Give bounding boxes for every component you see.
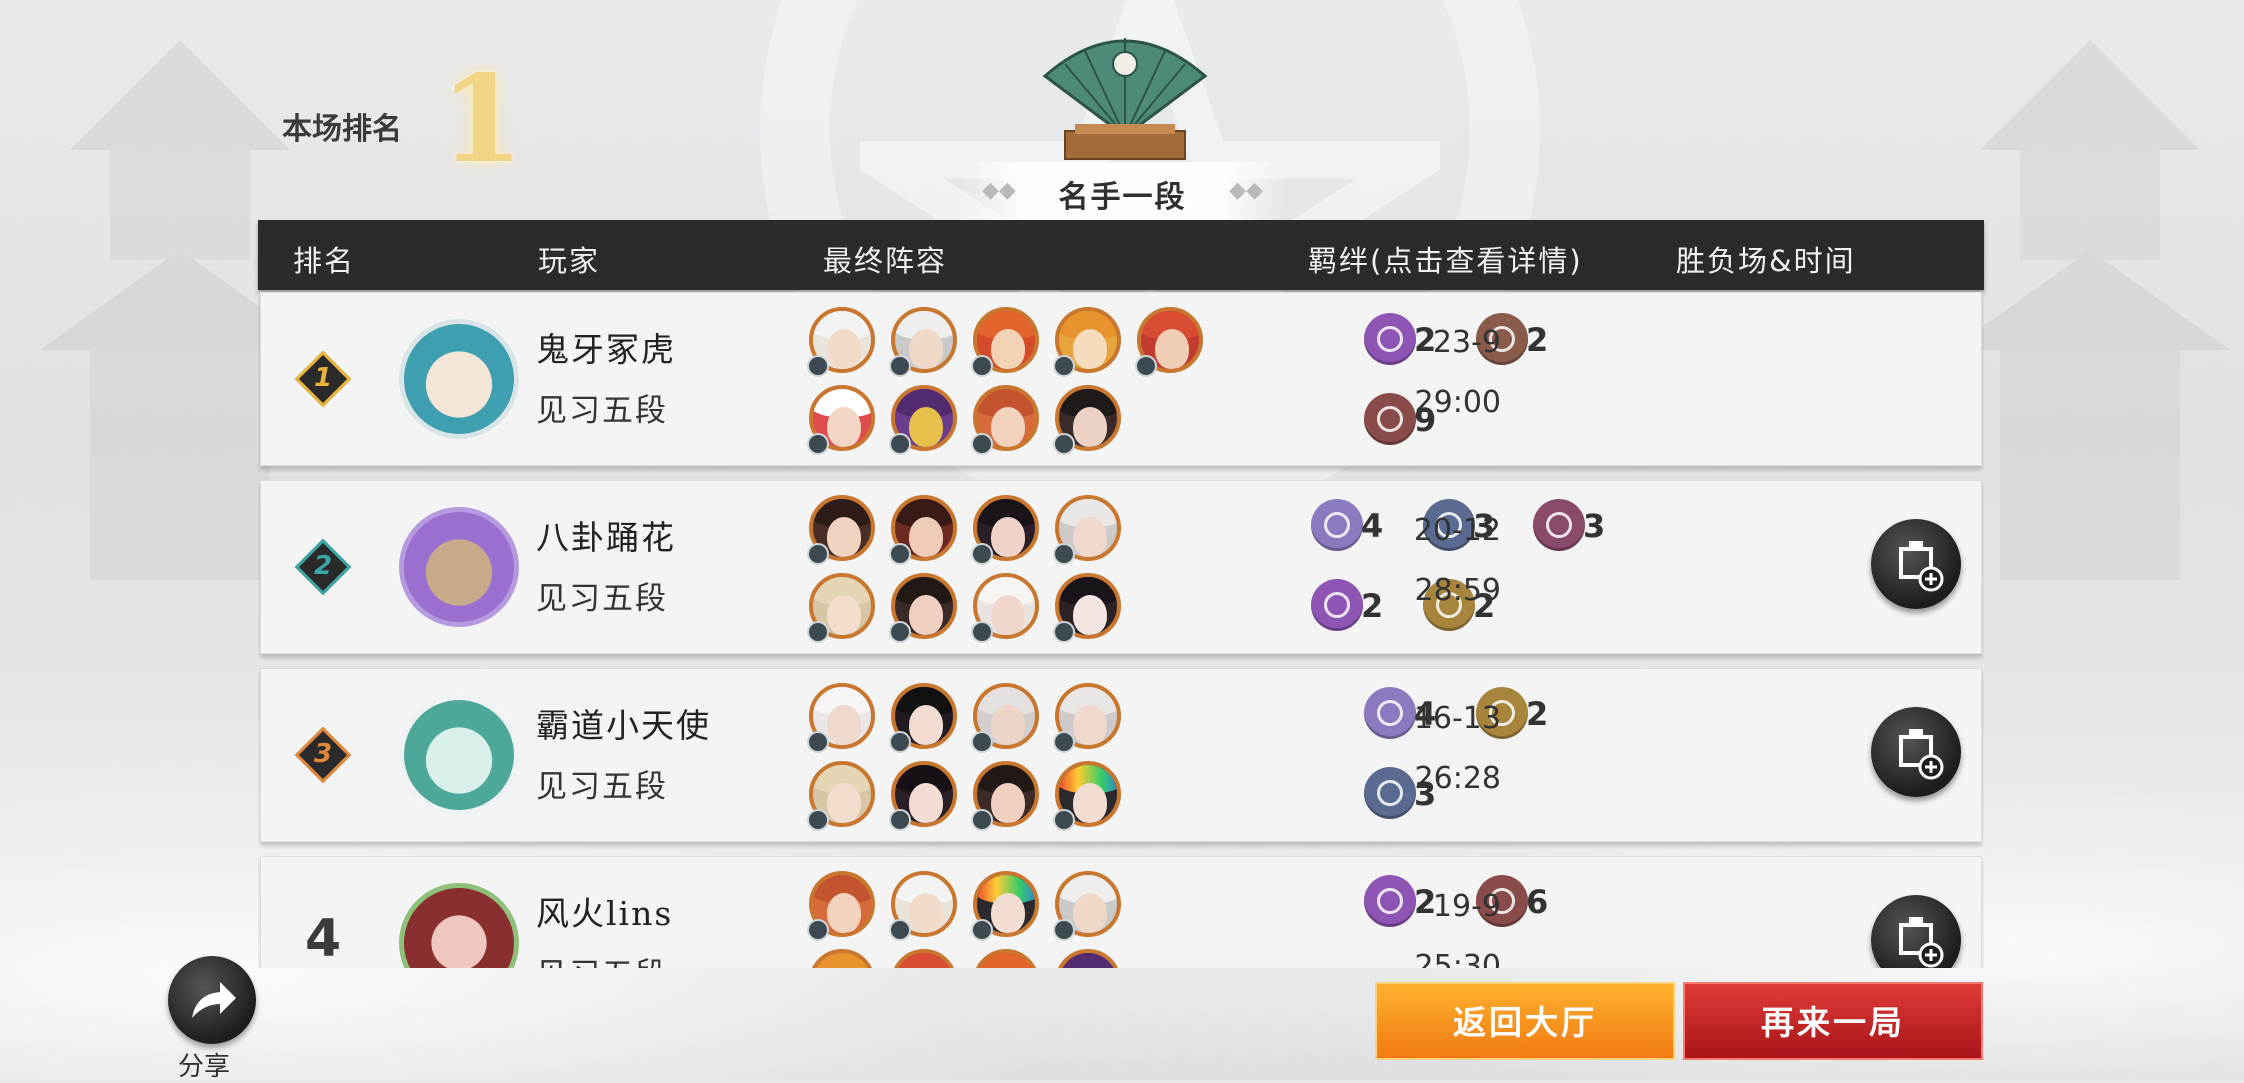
hero-rarity-icon [1053,809,1075,831]
add-friend-icon [1899,729,1944,780]
hero-rarity-icon [971,621,993,643]
header-bonds: 羁绊(点击查看详情) [1308,244,1583,278]
avatar[interactable] [399,319,519,439]
share-arrow-icon [192,982,236,1018]
match-time: 26:28 [1414,761,1501,796]
player-name: 霸道小天使 [536,706,711,745]
vortex-bond-icon [1533,499,1585,551]
hero-rarity-icon [1053,355,1075,377]
match-rank-label: 本场排名 [282,112,402,147]
match-time: 29:00 [1414,385,1501,420]
player-tier: 见习五段 [536,769,668,805]
hero-rarity-icon [889,621,911,643]
player-row: 2 八卦踊花 见习五段 4 3 3 2 2 20-12 28:59 [260,480,1982,654]
player-name: 风火lins [536,894,674,933]
hero-rarity-icon [889,731,911,753]
player-tier: 见习五段 [536,393,668,429]
add-friend-icon [1899,541,1944,592]
back-to-lobby-button[interactable]: 返回大厅 [1375,982,1675,1060]
win-loss-record: 16-13 [1413,701,1501,736]
add-friend-button[interactable] [1871,707,1961,797]
hero-rarity-icon [1053,731,1075,753]
header-record: 胜负场&时间 [1676,244,1856,278]
hero-rarity-icon [807,433,829,455]
player-tier: 见习五段 [536,949,668,968]
tier-fan-icon [1042,38,1208,160]
hero-rarity-icon [1135,355,1157,377]
avatar[interactable] [399,883,519,968]
hero-rarity-icon [889,543,911,565]
player-row: 1 鬼牙冢虎 见习五段 2 2 9 23-9 29:00 [260,292,1982,466]
rank-number: 4 [305,909,342,968]
hero-rarity-icon [971,543,993,565]
hero-rarity-icon [807,809,829,831]
header-lineup: 最终阵容 [823,244,948,278]
match-time: 25:30 [1414,949,1501,968]
hero-rarity-icon [971,731,993,753]
match-time: 28:59 [1414,573,1501,608]
hero-rarity-icon [971,919,993,941]
hero-rarity-icon [1053,433,1075,455]
hero-portrait [809,949,875,968]
avatar[interactable] [399,507,519,627]
rank-badge: 3 [294,726,352,784]
avatar[interactable] [399,695,519,815]
rank-badge: 1 [294,350,352,408]
hero-rarity-icon [971,809,993,831]
share-label: 分享 [178,1052,231,1082]
hero-rarity-icon [1053,621,1075,643]
results-table-header: 排名 玩家 最终阵容 羁绊(点击查看详情) 胜负场&时间 [258,220,1984,290]
add-friend-button[interactable] [1871,519,1961,609]
hero-rarity-icon [1053,543,1075,565]
hero-rarity-icon [889,355,911,377]
hero-rarity-icon [971,355,993,377]
pagoda-right-icon [1950,40,2230,580]
hero-rarity-icon [807,919,829,941]
header-rank: 排名 [293,244,356,278]
hero-rarity-icon [889,433,911,455]
hero-rarity-icon [807,355,829,377]
play-again-button[interactable]: 再来一局 [1683,982,1983,1060]
hero-rarity-icon [889,809,911,831]
win-loss-record: 23-9 [1432,325,1501,360]
match-rank-value: 1 [440,49,524,190]
player-name: 八卦踊花 [536,518,676,557]
win-loss-record: 20-12 [1413,513,1501,548]
share-button[interactable] [168,956,256,1044]
hero-rarity-icon [1053,919,1075,941]
win-loss-record: 19-9 [1432,889,1501,924]
add-friend-icon [1899,917,1944,968]
hero-portrait [1055,949,1121,968]
hero-rarity-icon [807,543,829,565]
hero-rarity-icon [807,731,829,753]
hero-rarity-icon [971,433,993,455]
add-friend-button[interactable] [1871,895,1961,968]
player-row: 4 风火lins 见习五段 2 6 19-9 25:30 [260,856,1982,968]
results-list[interactable]: 1 鬼牙冢虎 见习五段 2 2 9 23-9 29:00 2 八卦踊花 见习五段… [258,292,1984,968]
tier-right-ornament-icon: ◆◆ [1229,178,1263,203]
player-row: 3 霸道小天使 见习五段 4 2 3 16-13 26:28 [260,668,1982,842]
player-name: 鬼牙冢虎 [536,330,676,369]
hero-portrait [973,949,1039,968]
hero-rarity-icon [889,919,911,941]
hero-rarity-icon [807,621,829,643]
header-player: 玩家 [538,244,601,278]
player-tier: 见习五段 [536,581,668,617]
hero-portrait [891,949,957,968]
tier-banner: ◆◆ 名手一段 ◆◆ [960,162,1285,220]
rank-badge: 2 [294,538,352,596]
